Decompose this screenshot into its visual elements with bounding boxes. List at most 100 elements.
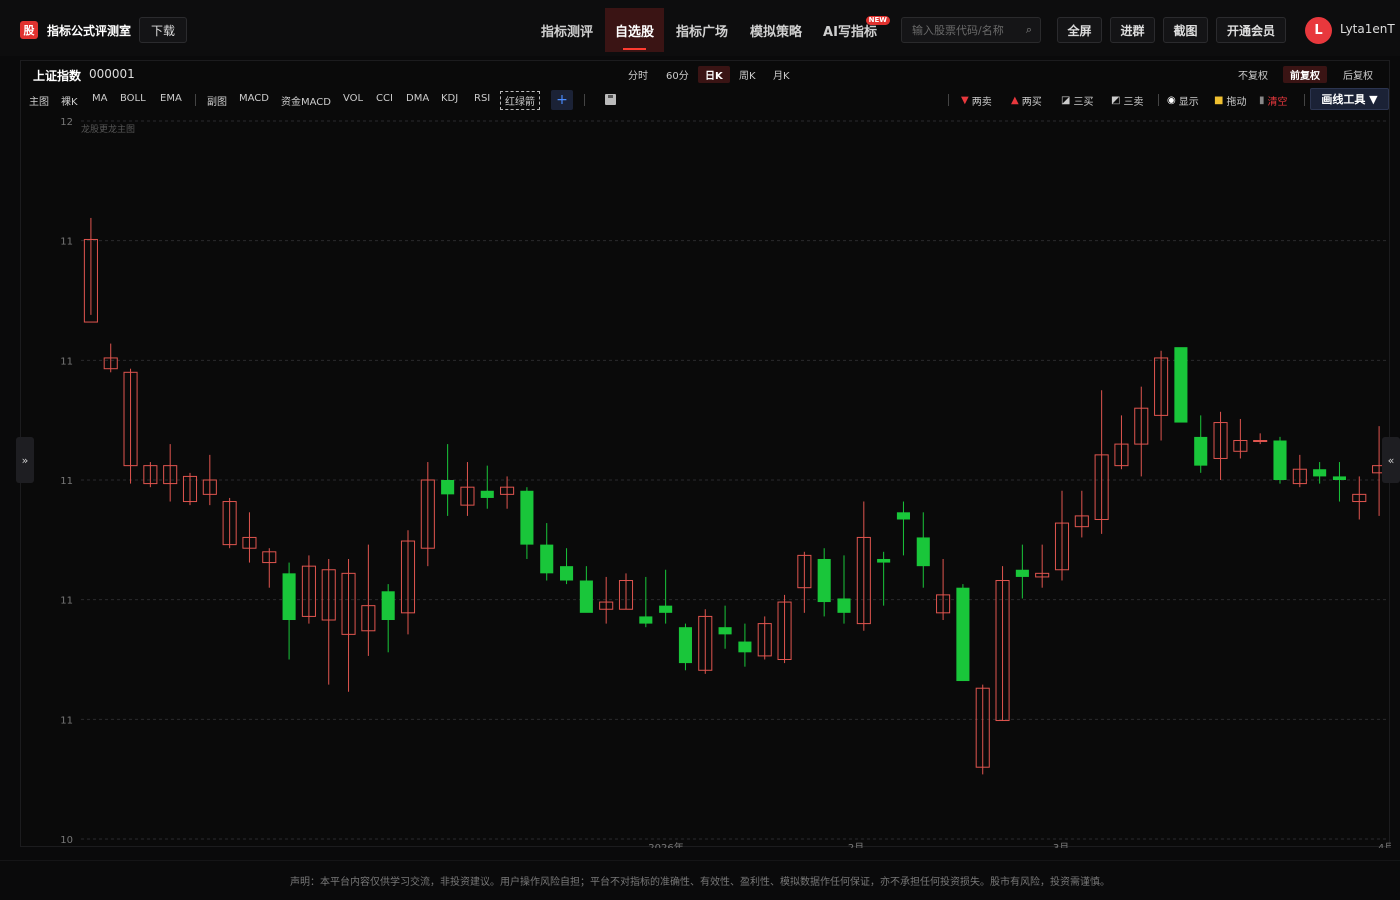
chart-panel: 上证指数 000001 分时 60分 日K 周K 月K 不复权 前复权 后复权 … (20, 60, 1391, 848)
tool-show[interactable]: ◉ 显示 (1167, 93, 1199, 108)
tool-sell3-label: 三卖 (1123, 97, 1144, 108)
eye-icon: ◉ (1167, 95, 1176, 106)
ind-cci[interactable]: CCI (376, 93, 393, 104)
candle-down (381, 591, 395, 621)
app-title: 指标公式评测室 (47, 24, 132, 38)
period-monthly[interactable]: 月K (766, 66, 797, 83)
username[interactable]: Lyta1enT (1340, 22, 1395, 36)
candle-down (678, 627, 692, 664)
lock-icon: ■ (1214, 95, 1224, 106)
tool-clear[interactable]: ▮ 清空 (1259, 93, 1288, 108)
tool-buy3[interactable]: ◪ 三买 (1061, 93, 1093, 108)
candle-down (639, 616, 653, 624)
ind-fund-macd[interactable]: 资金MACD (281, 93, 331, 108)
candle-down (1194, 436, 1208, 466)
candlestick-chart[interactable]: 12 11 11 11 11 11 10 龙股更龙主图 2026年 2月 3月 4月 (21, 117, 1391, 848)
down-triangle-icon: ▼ (961, 95, 969, 106)
nav-indicator-square[interactable]: 指标广场 (666, 8, 738, 52)
period-intraday[interactable]: 分时 (621, 66, 655, 83)
add-indicator-button[interactable]: + (551, 90, 573, 110)
ind-macd[interactable]: MACD (239, 93, 269, 104)
tool-buy3-label: 三买 (1073, 97, 1094, 108)
ind-naked-k[interactable]: 裸K (61, 93, 78, 108)
save-icon[interactable] (605, 94, 616, 105)
join-group-button[interactable]: 进群 (1110, 17, 1155, 43)
ind-dma[interactable]: DMA (406, 93, 429, 104)
candle-down (1332, 476, 1346, 480)
adjust-none[interactable]: 不复权 (1231, 66, 1275, 83)
ind-rsi[interactable]: RSI (474, 93, 490, 104)
nav-sim-strategy[interactable]: 模拟策略 (740, 8, 812, 52)
ind-ma[interactable]: MA (92, 93, 107, 104)
ind-sub[interactable]: 副图 (207, 93, 227, 108)
divider (584, 94, 585, 106)
avatar[interactable]: L (1305, 17, 1332, 44)
tool-drag-label: 拖动 (1226, 97, 1247, 108)
y-tick-label: 11 (60, 476, 73, 487)
ind-kdj[interactable]: KDJ (441, 93, 458, 104)
period-60min[interactable]: 60分 (659, 66, 696, 83)
candle-down (817, 558, 831, 603)
candle-down (1015, 569, 1029, 577)
disclaimer: 声明：本平台内容仅供学习交流，非投资建议。用户操作风险自担；平台不对指标的准确性… (0, 860, 1400, 900)
expand-right-icon[interactable]: « (1382, 437, 1400, 483)
candle-down (837, 598, 851, 613)
nav-indicator-review[interactable]: 指标测评 (530, 8, 604, 52)
expand-left-icon[interactable]: » (16, 437, 34, 483)
candle-down (877, 558, 891, 563)
candle-down (659, 605, 673, 613)
candle-down (282, 573, 296, 621)
vip-button[interactable]: 开通会员 (1216, 17, 1286, 43)
stock-name: 上证指数 (33, 69, 82, 83)
fullscreen-button[interactable]: 全屏 (1057, 17, 1102, 43)
candle-down (956, 587, 970, 682)
nav-watchlist[interactable]: 自选股 (605, 8, 664, 52)
tool-sell3[interactable]: ◩ 三卖 (1111, 93, 1143, 108)
search-icon[interactable]: ⌕ (1026, 23, 1032, 37)
x-tick-label: 2月 (848, 842, 864, 848)
divider (1158, 94, 1159, 106)
x-tick-label: 2026年 (648, 841, 683, 848)
trash-icon: ▮ (1259, 95, 1265, 106)
nav-ai-indicator[interactable]: AI写指标 NEW (814, 8, 890, 52)
search-input[interactable] (912, 23, 1017, 37)
screenshot-button[interactable]: 截图 (1163, 17, 1208, 43)
tool-show-label: 显示 (1178, 97, 1199, 108)
overlay-label: 龙股更龙主图 (81, 123, 135, 135)
new-badge: NEW (865, 16, 890, 25)
ind-ema[interactable]: EMA (160, 93, 182, 104)
y-tick-label: 11 (60, 596, 73, 607)
ind-red-green-arrow[interactable]: 红绿箭 (500, 91, 540, 110)
ind-vol[interactable]: VOL (343, 93, 363, 104)
candle-up (1253, 440, 1268, 443)
period-weekly[interactable]: 周K (732, 66, 763, 83)
adjust-forward[interactable]: 前复权 (1283, 66, 1327, 83)
candle-down (916, 537, 930, 567)
app-logo: 股 (20, 21, 38, 39)
candle-down (1313, 469, 1327, 477)
tool-drag[interactable]: ■ 拖动 (1214, 93, 1246, 108)
y-tick-label: 11 (60, 237, 73, 248)
search-box[interactable]: ⌕ (901, 17, 1041, 43)
draw-tools-button[interactable]: 画线工具 ▼ (1310, 88, 1389, 110)
candle-down (1174, 347, 1188, 423)
candle-down (738, 641, 752, 653)
ind-boll[interactable]: BOLL (120, 93, 146, 104)
candle-down (441, 480, 455, 495)
up-triangle-icon: ▲ (1011, 95, 1019, 106)
divider (948, 94, 949, 106)
tool-sell2-label: 两卖 (971, 97, 992, 108)
tool-clear-label: 清空 (1267, 97, 1288, 108)
candle-down (540, 544, 554, 574)
candle-down (560, 566, 574, 581)
candle-down (896, 512, 910, 520)
tool-sell2[interactable]: ▼ 两卖 (961, 93, 992, 108)
adjust-backward[interactable]: 后复权 (1336, 66, 1380, 83)
period-daily[interactable]: 日K (698, 66, 730, 83)
x-tick-label: 3月 (1053, 842, 1069, 848)
download-button[interactable]: 下载 (139, 17, 188, 43)
tool-buy2[interactable]: ▲ 两买 (1011, 93, 1042, 108)
candle-down (1273, 440, 1287, 480)
y-tick-label: 11 (60, 715, 73, 726)
ind-main[interactable]: 主图 (29, 93, 49, 108)
